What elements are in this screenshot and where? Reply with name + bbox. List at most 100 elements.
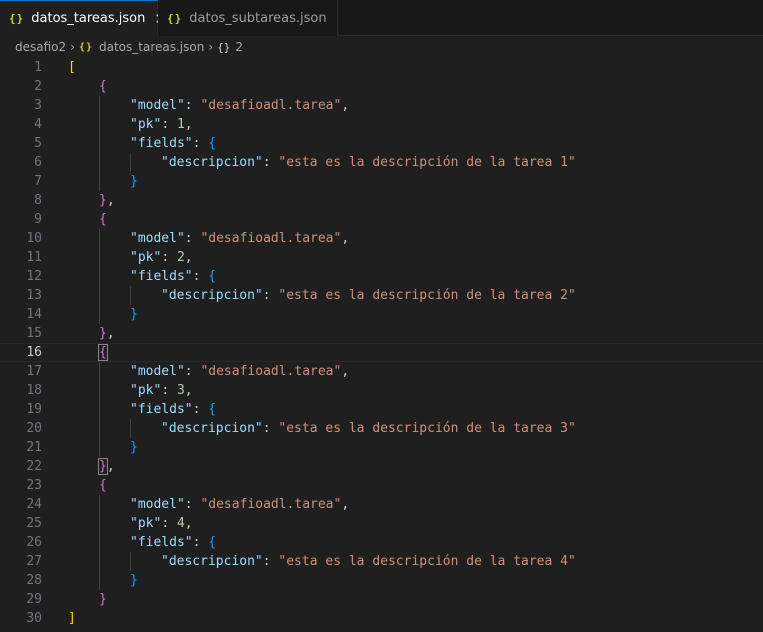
code-line[interactable]: 24 "model": "desafioadl.tarea", [0, 495, 763, 514]
code-token: , [341, 364, 350, 379]
chevron-right-icon: › [70, 40, 75, 54]
line-number: 15 [26, 326, 42, 341]
code-text: "fields": { [130, 400, 216, 419]
code-token: : [192, 136, 209, 151]
code-text: "model": "desafioadl.tarea", [130, 96, 349, 115]
code-token: , [106, 326, 115, 341]
code-line[interactable]: 23 { [0, 476, 763, 495]
code-token: "esta es la descripción de la tarea 2" [278, 288, 576, 303]
line-number: 11 [26, 250, 42, 265]
code-line[interactable]: 8}, [0, 191, 763, 210]
code-line[interactable]: 21} [0, 438, 763, 457]
line-number: 24 [26, 497, 42, 512]
code-token: , [341, 497, 350, 512]
code-line[interactable]: 25 "pk": 4, [0, 514, 763, 533]
tab-datos-tareas[interactable]: {} datos_tareas.json ✕ [0, 0, 167, 36]
code-token: 3 [176, 383, 185, 398]
code-line[interactable]: 15}, [0, 324, 763, 343]
tab-label: datos_subtareas.json [189, 10, 327, 26]
code-token: , [184, 516, 193, 531]
code-token: "pk" [130, 117, 162, 132]
code-line[interactable]: 26 "fields": { [0, 533, 763, 552]
line-number: 28 [26, 573, 42, 588]
indent-guide [130, 286, 131, 305]
line-number: 5 [34, 136, 42, 151]
code-line[interactable]: 9{ [0, 210, 763, 229]
code-line[interactable]: 18 "pk": 3, [0, 381, 763, 400]
code-token: : [184, 497, 201, 512]
code-token: "fields" [130, 402, 193, 417]
code-line[interactable]: 3 "model": "desafioadl.tarea", [0, 96, 763, 115]
line-number: 4 [34, 117, 42, 132]
code-line[interactable]: 13 "descripcion": "esta es la descripción… [0, 286, 763, 305]
tab-bar: {} datos_tareas.json ✕ {} datos_subtarea… [0, 0, 763, 36]
code-line[interactable]: 20 "descripcion": "esta es la descripción… [0, 419, 763, 438]
code-token: "esta es la descripción de la tarea 1" [278, 155, 576, 170]
line-number: 10 [26, 231, 42, 246]
code-line[interactable]: 12 "fields": { [0, 267, 763, 286]
code-text: } [130, 172, 138, 191]
code-text: }, [99, 191, 115, 210]
line-number: 1 [34, 60, 42, 75]
code-token: "model" [130, 497, 185, 512]
tab-datos-subtareas[interactable]: {} datos_subtareas.json [158, 0, 338, 36]
code-text: "fields": { [130, 134, 216, 153]
code-line[interactable]: 19 "fields": { [0, 400, 763, 419]
code-line[interactable]: 14} [0, 305, 763, 324]
code-text: "descripcion": "esta es la descripción d… [161, 419, 576, 438]
code-text: "fields": { [130, 533, 216, 552]
code-token: { [98, 344, 108, 361]
indent-guide [130, 552, 131, 571]
code-line[interactable]: 4 "pk": 1, [0, 115, 763, 134]
code-line[interactable]: 27 "descripcion": "esta es la descripción… [0, 552, 763, 571]
code-token: "pk" [130, 516, 162, 531]
code-text: "model": "desafioadl.tarea", [130, 229, 349, 248]
code-line[interactable]: 30] [0, 609, 763, 628]
line-number: 6 [34, 155, 42, 170]
code-line[interactable]: 1[ [0, 58, 763, 77]
code-token: , [106, 193, 115, 208]
chevron-right-icon: › [208, 40, 214, 54]
code-token: } [130, 174, 138, 189]
indent-guide [99, 229, 100, 324]
code-token: : [184, 364, 201, 379]
indent-guide [99, 495, 100, 590]
code-text: "descripcion": "esta es la descripción d… [161, 286, 576, 305]
line-number: 7 [34, 174, 42, 189]
code-line[interactable]: 28} [0, 571, 763, 590]
code-text: ] [68, 609, 76, 628]
code-text: "pk": 3, [130, 381, 193, 400]
breadcrumb-symbol[interactable]: 2 [235, 40, 243, 54]
code-line[interactable]: 11 "pk": 2, [0, 248, 763, 267]
code-line[interactable]: 16 { [0, 343, 763, 362]
code-line[interactable]: 22}, [0, 457, 763, 476]
code-line[interactable]: 17 "model": "desafioadl.tarea", [0, 362, 763, 381]
code-token: "desafioadl.tarea" [200, 231, 342, 246]
code-text: } [130, 305, 138, 324]
code-text: "model": "desafioadl.tarea", [130, 495, 349, 514]
breadcrumb-folder[interactable]: desafio2 [15, 40, 66, 54]
code-token: } [130, 573, 138, 588]
code-text: { [98, 344, 108, 361]
breadcrumb-file[interactable]: datos_tareas.json [99, 40, 204, 54]
code-line[interactable]: 5 "fields": { [0, 134, 763, 153]
code-token: "esta es la descripción de la tarea 4" [278, 554, 576, 569]
code-text: "pk": 4, [130, 514, 193, 533]
code-line[interactable]: 10 "model": "desafioadl.tarea", [0, 229, 763, 248]
line-number: 9 [34, 212, 42, 227]
code-text: "pk": 2, [130, 248, 193, 267]
code-line[interactable]: 2{ [0, 77, 763, 96]
code-token: { [208, 136, 217, 151]
code-token: "desafioadl.tarea" [200, 497, 342, 512]
code-editor[interactable]: 1[2{3 "model": "desafioadl.tarea", 4 "pk": … [0, 58, 763, 632]
code-line[interactable]: 7} [0, 172, 763, 191]
code-token: , [184, 250, 193, 265]
code-token: : [262, 421, 279, 436]
code-token: : [262, 288, 279, 303]
code-line[interactable]: 29} [0, 590, 763, 609]
code-token: "model" [130, 98, 185, 113]
line-number: 12 [26, 269, 42, 284]
code-token: , [341, 98, 350, 113]
code-token: "pk" [130, 383, 162, 398]
code-line[interactable]: 6 "descripcion": "esta es la descripción … [0, 153, 763, 172]
